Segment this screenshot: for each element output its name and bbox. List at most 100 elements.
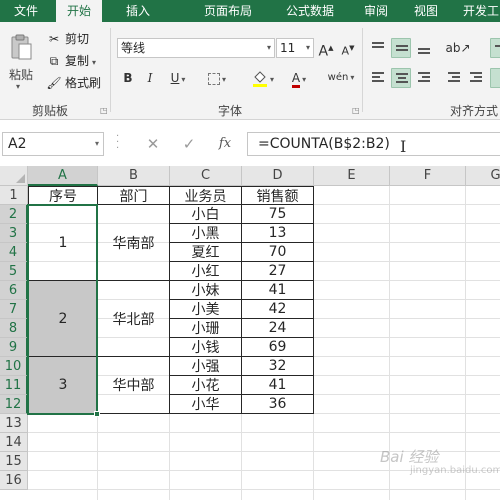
- column-header-f[interactable]: F: [390, 166, 466, 186]
- row-header-7[interactable]: 7: [0, 300, 28, 319]
- tab-home[interactable]: 开始: [56, 0, 102, 22]
- table-header-cell[interactable]: 序号: [28, 186, 98, 205]
- row-header-9[interactable]: 9: [0, 338, 28, 357]
- sales-amount-cell[interactable]: 36: [242, 395, 314, 414]
- tab-page-layout[interactable]: 页面布局: [196, 0, 260, 22]
- merged-index-cell[interactable]: 2: [28, 281, 98, 357]
- underline-button[interactable]: U ▾: [164, 68, 192, 88]
- font-size-select[interactable]: 11 ▾: [276, 38, 314, 58]
- align-middle-button[interactable]: [391, 38, 411, 58]
- insert-function-button[interactable]: fx: [208, 132, 242, 156]
- tab-data[interactable]: 数据: [304, 0, 340, 22]
- clipboard-launcher-icon[interactable]: ◳: [100, 106, 108, 115]
- row-header-4[interactable]: 4: [0, 243, 28, 262]
- table-header-cell[interactable]: 业务员: [170, 186, 242, 205]
- format-painter-button[interactable]: 🖌 格式刷: [46, 74, 101, 92]
- paste-icon[interactable]: [10, 34, 32, 60]
- column-header-g[interactable]: G: [466, 166, 500, 186]
- column-header-b[interactable]: B: [98, 166, 170, 186]
- row-header-11[interactable]: 11: [0, 376, 28, 395]
- formula-input[interactable]: =COUNTA(B$2:B2): [247, 132, 500, 156]
- font-name-select[interactable]: 等线 ▾: [117, 38, 275, 58]
- row-header-2[interactable]: 2: [0, 205, 28, 224]
- salesperson-cell[interactable]: 小华: [170, 395, 242, 414]
- sales-amount-cell[interactable]: 42: [242, 300, 314, 319]
- copy-dropdown-icon[interactable]: ▾: [92, 58, 96, 67]
- select-all-button[interactable]: [0, 166, 28, 186]
- font-launcher-icon[interactable]: ◳: [352, 106, 360, 115]
- grow-font-button[interactable]: A▲: [318, 38, 334, 60]
- sales-amount-cell[interactable]: 75: [242, 205, 314, 224]
- align-top-button[interactable]: [368, 38, 388, 58]
- row-header-3[interactable]: 3: [0, 224, 28, 243]
- italic-button[interactable]: I: [142, 68, 158, 88]
- salesperson-cell[interactable]: 小红: [170, 262, 242, 281]
- table-header-cell[interactable]: 部门: [98, 186, 170, 205]
- name-box[interactable]: A2 ▾: [2, 132, 104, 156]
- sales-amount-cell[interactable]: 27: [242, 262, 314, 281]
- tab-insert[interactable]: 插入: [118, 0, 158, 22]
- sales-amount-cell[interactable]: 70: [242, 243, 314, 262]
- column-header-a[interactable]: A: [28, 166, 98, 186]
- decrease-indent-button[interactable]: [444, 68, 464, 88]
- tab-file[interactable]: 文件: [0, 0, 52, 22]
- row-header-10[interactable]: 10: [0, 357, 28, 376]
- row-header-14[interactable]: 14: [0, 433, 28, 452]
- paste-dropdown-icon[interactable]: ▾: [16, 82, 20, 91]
- row-header-1[interactable]: 1: [0, 186, 28, 205]
- cancel-formula-button[interactable]: ✕: [136, 132, 170, 156]
- cut-button[interactable]: ✂ 剪切: [46, 30, 89, 48]
- phonetic-guide-button[interactable]: wén ▾: [326, 68, 356, 88]
- font-color-button[interactable]: A ▾: [284, 68, 314, 88]
- merged-index-cell[interactable]: 1: [28, 205, 98, 281]
- salesperson-cell[interactable]: 小强: [170, 357, 242, 376]
- salesperson-cell[interactable]: 小美: [170, 300, 242, 319]
- align-right-button[interactable]: [414, 68, 434, 88]
- sales-amount-cell[interactable]: 24: [242, 319, 314, 338]
- fill-color-button[interactable]: ▾: [248, 68, 278, 88]
- increase-indent-button[interactable]: [466, 68, 486, 88]
- salesperson-cell[interactable]: 小花: [170, 376, 242, 395]
- row-header-6[interactable]: 6: [0, 281, 28, 300]
- orientation-button[interactable]: ab↗: [444, 38, 472, 58]
- merged-dept-cell[interactable]: 华中部: [98, 357, 170, 414]
- row-header-15[interactable]: 15: [0, 452, 28, 471]
- salesperson-cell[interactable]: 小珊: [170, 319, 242, 338]
- row-header-8[interactable]: 8: [0, 319, 28, 338]
- align-bottom-button[interactable]: [414, 38, 434, 58]
- align-left-button[interactable]: [368, 68, 388, 88]
- bold-button[interactable]: B: [120, 68, 136, 88]
- column-header-d[interactable]: D: [242, 166, 314, 186]
- merged-index-cell[interactable]: 3: [28, 357, 98, 414]
- formula-bar-grip-icon[interactable]: · · ·: [116, 132, 119, 154]
- sales-amount-cell[interactable]: 69: [242, 338, 314, 357]
- salesperson-cell[interactable]: 小钱: [170, 338, 242, 357]
- table-header-cell[interactable]: 销售额: [242, 186, 314, 205]
- salesperson-cell[interactable]: 小妹: [170, 281, 242, 300]
- enter-formula-button[interactable]: ✓: [172, 132, 206, 156]
- merged-dept-cell[interactable]: 华南部: [98, 205, 170, 281]
- sales-amount-cell[interactable]: 41: [242, 376, 314, 395]
- merge-center-button[interactable]: [490, 68, 500, 88]
- row-header-5[interactable]: 5: [0, 262, 28, 281]
- paste-button[interactable]: 粘贴: [9, 66, 33, 83]
- sales-amount-cell[interactable]: 13: [242, 224, 314, 243]
- row-header-16[interactable]: 16: [0, 471, 28, 490]
- borders-button[interactable]: ▾: [202, 68, 232, 88]
- wrap-text-button[interactable]: [490, 38, 500, 58]
- shrink-font-button[interactable]: A▼: [340, 38, 356, 58]
- salesperson-cell[interactable]: 夏红: [170, 243, 242, 262]
- tab-review[interactable]: 审阅: [358, 0, 394, 22]
- fill-handle[interactable]: [94, 411, 100, 417]
- column-header-e[interactable]: E: [314, 166, 390, 186]
- align-center-button[interactable]: [391, 68, 411, 88]
- row-header-12[interactable]: 12: [0, 395, 28, 414]
- sales-amount-cell[interactable]: 32: [242, 357, 314, 376]
- sales-amount-cell[interactable]: 41: [242, 281, 314, 300]
- tab-view[interactable]: 视图: [408, 0, 444, 22]
- row-header-13[interactable]: 13: [0, 414, 28, 433]
- column-header-c[interactable]: C: [170, 166, 242, 186]
- tab-developer[interactable]: 开发工: [460, 0, 500, 22]
- salesperson-cell[interactable]: 小黑: [170, 224, 242, 243]
- copy-button[interactable]: ⧉ 复制 ▾: [46, 52, 96, 70]
